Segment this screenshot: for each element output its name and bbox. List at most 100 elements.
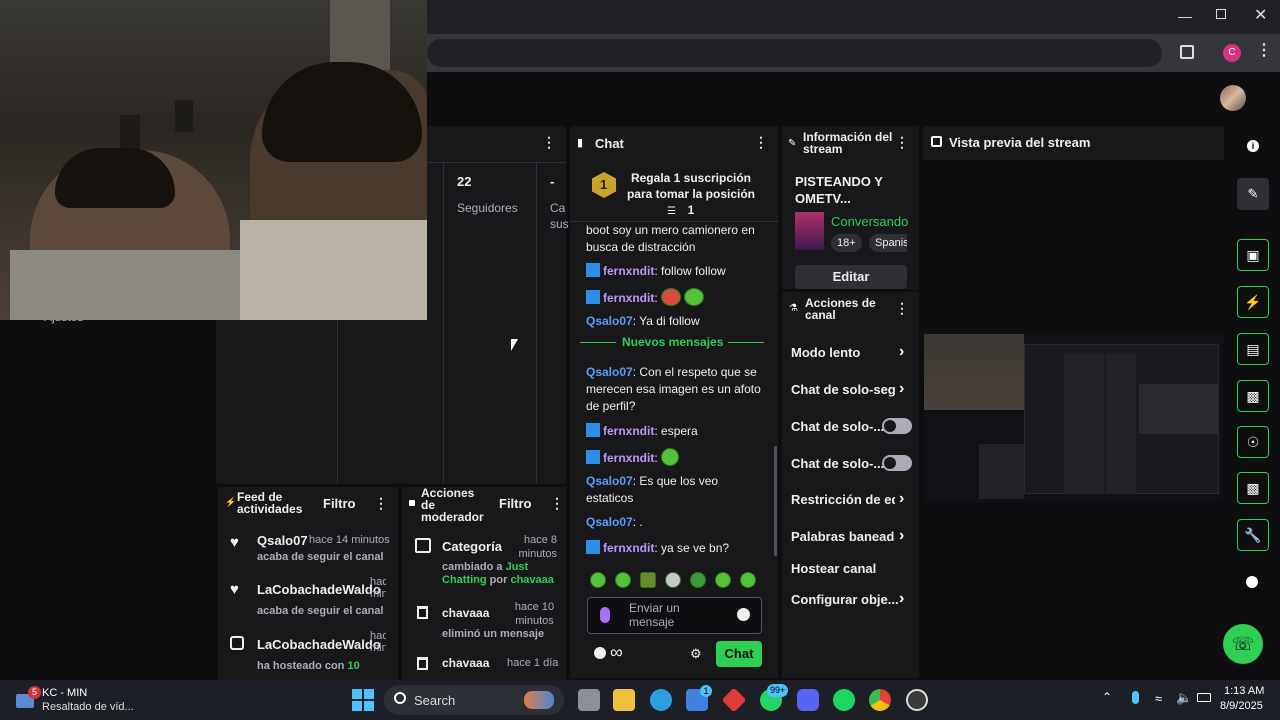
maximize-icon[interactable]: [1216, 9, 1226, 19]
action-host-channel[interactable]: Hostear canal: [782, 558, 919, 580]
action-slow-mode[interactable]: Modo lento ›: [782, 342, 919, 364]
wifi-icon[interactable]: ≈: [1155, 691, 1162, 706]
discord-icon[interactable]: [797, 689, 819, 711]
emote-icon[interactable]: [715, 572, 731, 588]
edit-button[interactable]: Editar: [795, 265, 907, 289]
activity-user[interactable]: LaCobachadeWaldo: [257, 582, 381, 597]
mod-filter-button[interactable]: Filtro: [499, 496, 532, 511]
action-followers-only[interactable]: Chat de solo-segu ›: [782, 379, 919, 401]
lightning-icon[interactable]: ⚡: [1237, 286, 1269, 318]
action-banned-words[interactable]: Palabras baneada ›: [782, 526, 919, 548]
volume-icon[interactable]: 🔈: [1176, 690, 1192, 706]
wrench-icon[interactable]: 🔧: [1237, 519, 1269, 551]
action-configure-goals[interactable]: Configurar obje... ›: [782, 589, 919, 611]
collapse-icon[interactable]: ☰: [667, 206, 676, 217]
chevron-right-icon: ›: [899, 590, 905, 607]
action-emote-only[interactable]: Chat de solo-...: [782, 453, 919, 475]
mod-action-title[interactable]: chavaaa: [442, 656, 489, 670]
chat-scrollbar[interactable]: [774, 446, 777, 556]
camera-icon[interactable]: ▩: [1237, 472, 1269, 504]
clock-time[interactable]: 1:13 AM: [1224, 685, 1264, 697]
action-age-restriction[interactable]: Restricción de eda ›: [782, 489, 919, 511]
info-icon[interactable]: i: [1247, 140, 1259, 152]
chevron-up-icon[interactable]: ⌃: [1102, 690, 1112, 704]
task-view-icon[interactable]: [578, 689, 600, 711]
chat-username[interactable]: Qsalo07: [586, 314, 633, 328]
clip-capture-icon[interactable]: ▣: [1237, 239, 1269, 271]
emote-icon[interactable]: [615, 572, 631, 588]
chat-username[interactable]: fernxndit: [603, 451, 654, 465]
chat-bubble-icon[interactable]: ▩: [1237, 380, 1269, 412]
clock-date[interactable]: 8/9/2025: [1220, 700, 1263, 712]
chat-username[interactable]: Qsalo07: [586, 515, 633, 529]
activity-user[interactable]: LaCobachadeWaldo: [257, 637, 381, 652]
chat-send-button[interactable]: Chat: [716, 641, 762, 667]
profile-avatar[interactable]: C: [1223, 44, 1241, 62]
activity-feed-panel: ⚡ Feed de actividades Filtro ⋮ ♥ Qsalo07…: [218, 487, 398, 680]
user-avatar[interactable]: [1220, 85, 1246, 111]
stream-preview-video[interactable]: [924, 334, 1223, 502]
notes-icon[interactable]: ▤: [1237, 333, 1269, 365]
broadcast-icon[interactable]: ☉: [1237, 426, 1269, 458]
mod-desc-user[interactable]: chavaaa: [510, 574, 553, 586]
emote-icon[interactable]: [590, 572, 606, 588]
channel-actions-more-icon[interactable]: ⋮: [895, 300, 909, 317]
tag-18plus[interactable]: 18+: [831, 234, 862, 252]
edit-pencil-icon[interactable]: ✎: [1237, 178, 1269, 210]
emote-icon[interactable]: [690, 572, 706, 588]
chat-username[interactable]: Qsalo07: [586, 365, 633, 379]
mod-actions-icon: [409, 500, 415, 506]
activity-feed-more-icon[interactable]: ⋮: [374, 495, 388, 512]
mod-actions-more-icon[interactable]: ⋮: [550, 495, 564, 512]
activity-user[interactable]: Qsalo07: [257, 533, 308, 548]
microphone-tray-icon[interactable]: [1132, 691, 1139, 704]
emote-icon[interactable]: [640, 572, 656, 588]
activity-filter-button[interactable]: Filtro: [323, 496, 356, 511]
pinned-gift-banner[interactable]: 1 Regala 1 suscripción para tomar la pos…: [570, 162, 778, 222]
edge-icon[interactable]: [650, 689, 672, 711]
emoji-icon[interactable]: [737, 608, 750, 621]
action-label: Chat de solo-...: [791, 456, 885, 471]
extensions-icon[interactable]: [1180, 45, 1194, 59]
mod-badge-icon: [586, 423, 600, 437]
toggle-switch[interactable]: [882, 455, 912, 471]
chat-username[interactable]: fernxndit: [603, 291, 654, 305]
emote-icon[interactable]: [665, 572, 681, 588]
mod-action-title[interactable]: chavaaa: [442, 606, 489, 620]
chevron-right-icon: ›: [899, 527, 905, 544]
chat-username[interactable]: fernxndit: [603, 264, 654, 278]
obs-icon[interactable]: [906, 689, 928, 711]
support-chat-button[interactable]: ☏: [1223, 624, 1263, 664]
chat-settings-gear-icon[interactable]: ⚙: [690, 646, 702, 662]
battery-icon[interactable]: [1197, 693, 1211, 702]
points-icon[interactable]: [594, 647, 606, 659]
chat-username[interactable]: fernxndit: [603, 424, 654, 438]
action-subs-only[interactable]: Chat de solo-...: [782, 416, 919, 438]
emote-icon[interactable]: [740, 572, 756, 588]
chat-input[interactable]: Enviar un mensaje: [587, 597, 762, 634]
chat-username[interactable]: fernxndit: [603, 541, 654, 555]
channel-actions-panel: ⚗ Acciones de canal ⋮ Modo lento › Chat d…: [782, 292, 919, 678]
extensions-dots-icon[interactable]: [1246, 576, 1258, 588]
start-windows-icon[interactable]: [352, 689, 374, 711]
close-icon[interactable]: ✕: [1254, 5, 1267, 25]
stream-info-more-icon[interactable]: ⋮: [895, 134, 909, 151]
browser-menu-icon[interactable]: ⋮: [1256, 40, 1272, 60]
minimize-icon[interactable]: —: [1178, 8, 1192, 24]
app-red-icon[interactable]: [721, 687, 747, 713]
taskbar-app-preview[interactable]: 5 KC - MIN Resaltado de víd...: [14, 686, 154, 716]
spotify-icon[interactable]: [833, 689, 855, 711]
chat-more-icon[interactable]: ⋮: [754, 134, 768, 151]
taskbar-search[interactable]: Search: [384, 685, 564, 715]
chat-username[interactable]: Qsalo07: [586, 474, 633, 488]
microphone-icon[interactable]: [600, 607, 610, 623]
app-badge: 5: [28, 686, 41, 699]
address-bar[interactable]: [427, 39, 1162, 67]
tag-spanish[interactable]: Spanis: [869, 234, 907, 252]
toggle-switch[interactable]: [882, 418, 912, 434]
category-name[interactable]: Conversando: [831, 214, 908, 229]
chrome-icon[interactable]: [869, 689, 891, 711]
file-explorer-icon[interactable]: [613, 689, 635, 711]
mod-desc-prefix: cambiado a: [442, 561, 503, 573]
stats-more-icon[interactable]: ⋮: [542, 134, 556, 151]
